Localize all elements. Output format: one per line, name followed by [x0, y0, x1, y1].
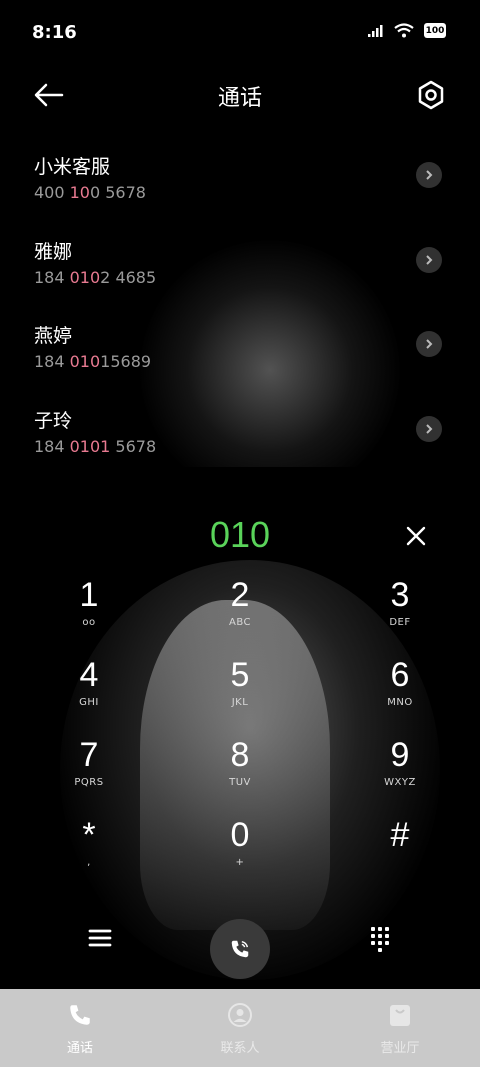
key-9[interactable]: 9 WXYZ [302, 735, 462, 815]
keypad-row: 7 PQRS 8 TUV 9 WXYZ [0, 735, 480, 815]
key-1[interactable]: 1 ᴏᴏ [0, 575, 160, 655]
key-digit: 1 [79, 576, 99, 614]
contact-row[interactable]: 燕婷 184 01015689 [0, 309, 480, 394]
key-5[interactable]: 5 JKL [160, 655, 320, 735]
phone-call-icon [231, 940, 249, 958]
key-letters: TUV [229, 777, 251, 788]
nav-label: 通话 [66, 1041, 93, 1056]
key-digit: # [390, 816, 410, 854]
contact-name: 子玲 [34, 409, 73, 432]
settings-icon[interactable] [414, 78, 448, 112]
key-4[interactable]: 4 GHI [0, 655, 160, 735]
chevron-right-icon [426, 170, 433, 180]
key-0[interactable]: 0 + [160, 815, 320, 895]
key-digit: 8 [230, 736, 250, 774]
key-digit: 9 [390, 736, 410, 774]
key-7[interactable]: 7 PQRS [0, 735, 160, 815]
keypad-row: 1 ᴏᴏ 2 ABC 3 DEF [0, 575, 480, 655]
key-digit: 5 [230, 656, 250, 694]
wifi-icon [394, 23, 414, 38]
status-bar: 8:16 100 [0, 0, 480, 68]
key-3[interactable]: 3 DEF [302, 575, 462, 655]
contact-detail-button[interactable] [416, 331, 442, 357]
chevron-right-icon [426, 423, 433, 434]
key-letters: JKL [231, 697, 249, 708]
call-button[interactable] [210, 919, 270, 979]
key-digit: 0 [230, 816, 250, 854]
key-digit: 2 [230, 576, 250, 614]
key-letters: PQRS [74, 777, 104, 788]
store-icon [390, 1005, 410, 1026]
voicemail-icon: ᴏᴏ [82, 617, 96, 628]
key-letters: MNO [387, 697, 413, 708]
dialed-number-display: 010 [0, 508, 480, 564]
contact-detail-button[interactable] [416, 162, 442, 188]
key-letters: WXYZ [384, 777, 416, 788]
contact-name: 燕婷 [34, 325, 73, 347]
chevron-right-icon [426, 339, 433, 349]
dial-keypad: 1 ᴏᴏ 2 ABC 3 DEF 4 GHI 5 JKL 6 MNO 7 PQRS 8 TUV … [0, 575, 480, 895]
contact-number: 400 100 5678 [34, 183, 146, 202]
bottom-navigation: 通话 联系人 营业厅 [0, 989, 480, 1067]
menu-icon[interactable] [84, 922, 116, 954]
contact-number: 184 0101 5678 [34, 436, 157, 456]
key-6[interactable]: 6 MNO [302, 655, 462, 735]
contact-name: 小米客服 [34, 156, 111, 178]
clear-icon[interactable] [402, 522, 430, 550]
key-letters: ABC [228, 617, 251, 628]
app-header: 通话 [0, 68, 480, 124]
contact-suggestion-list: 小米客服 400 100 5678 雅娜 184 0102 4685 燕婷 18… [0, 140, 480, 478]
contact-number: 184 0102 4685 [34, 267, 157, 287]
signal-icon [368, 24, 383, 37]
status-icons: 100 [368, 23, 446, 38]
chevron-right-icon [426, 254, 433, 265]
key-letters: , [87, 857, 91, 868]
key-digit: 7 [79, 736, 99, 774]
key-digit: 4 [79, 656, 99, 694]
contacts-icon [228, 1003, 252, 1027]
contact-row[interactable]: 小米客服 400 100 5678 [0, 140, 480, 225]
key-letters: DEF [389, 617, 411, 628]
keypad-row: 4 GHI 5 JKL 6 MNO [0, 655, 480, 735]
key-digit: 6 [390, 656, 410, 694]
phone-icon [70, 1005, 90, 1025]
key-digit: 3 [390, 576, 410, 614]
nav-tab-calls[interactable]: 通话 [0, 989, 160, 1067]
keypad-row: *, 0 + # [0, 815, 480, 895]
key-hash[interactable]: # [302, 815, 462, 895]
nav-tab-contacts[interactable]: 联系人 [160, 989, 320, 1067]
contact-name: 雅娜 [34, 240, 73, 263]
status-time: 8:16 [32, 22, 77, 43]
contact-detail-button[interactable] [416, 246, 442, 273]
nav-label: 营业厅 [380, 1041, 420, 1056]
key-letters: GHI [79, 697, 99, 708]
key-star[interactable]: *, [0, 815, 160, 895]
dialer-actions [0, 915, 480, 985]
contact-detail-button[interactable] [416, 415, 442, 442]
battery-icon: 100 [424, 23, 446, 38]
contact-number: 184 01015689 [34, 352, 152, 371]
contact-row[interactable]: 子玲 184 0101 5678 [0, 394, 480, 479]
contact-row[interactable]: 雅娜 184 0102 4685 [0, 225, 480, 310]
key-2[interactable]: 2 ABC [160, 575, 320, 655]
page-title: 通话 [217, 85, 262, 110]
key-digit: * [82, 816, 96, 854]
nav-tab-store[interactable]: 营业厅 [320, 989, 480, 1067]
key-8[interactable]: 8 TUV [160, 735, 320, 815]
nav-label: 联系人 [220, 1041, 260, 1056]
key-letters: + [235, 857, 245, 868]
dialpad-icon[interactable] [364, 922, 396, 954]
